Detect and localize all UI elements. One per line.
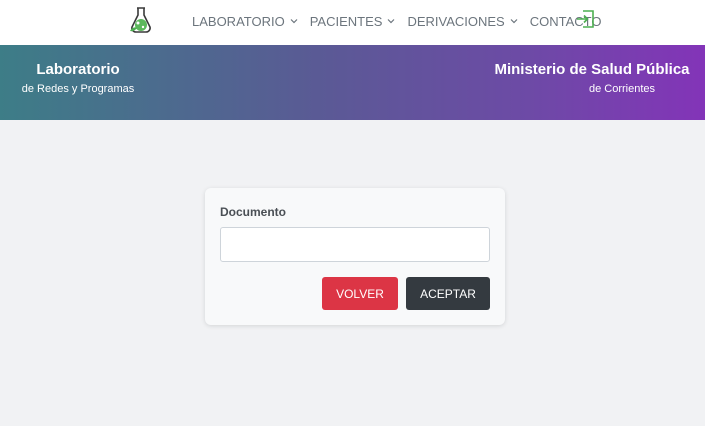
top-navbar: LABORATORIO PACIENTES DERIVACIONES CONTA… [0, 0, 705, 45]
banner-left-title: Laboratorio [36, 61, 120, 78]
banner-left-block: Laboratorio de Redes y Programas [18, 61, 138, 97]
nav-item-pacientes[interactable]: PACIENTES [310, 14, 396, 29]
volver-button[interactable]: VOLVER [322, 277, 398, 310]
chevron-down-icon [290, 19, 298, 24]
nav-menu: LABORATORIO PACIENTES DERIVACIONES CONTA… [192, 12, 613, 30]
aceptar-button[interactable]: ACEPTAR [406, 277, 490, 310]
flask-leaf-icon[interactable] [126, 5, 156, 35]
nav-item-label: LABORATORIO [192, 13, 285, 29]
chevron-down-icon [510, 19, 518, 24]
nav-item-laboratorio[interactable]: LABORATORIO [192, 14, 298, 29]
nav-item-label: DERIVACIONES [407, 13, 505, 29]
banner-right-title: Ministerio de Salud Pública [494, 61, 690, 78]
documento-label: Documento [220, 205, 286, 219]
header-banner: Laboratorio de Redes y Programas Ministe… [0, 45, 705, 120]
nav-item-derivaciones[interactable]: DERIVACIONES [407, 13, 518, 29]
nav-item-label: PACIENTES [309, 13, 383, 29]
banner-right-block: Ministerio de Salud Pública de Corriente… [492, 61, 692, 97]
chevron-down-icon [388, 19, 395, 24]
documento-input[interactable] [220, 227, 490, 262]
sign-in-icon[interactable] [576, 10, 595, 28]
document-form-card: Documento VOLVER ACEPTAR [205, 188, 505, 325]
banner-right-subtitle: de Corrientes [588, 83, 656, 95]
banner-left-subtitle: de Redes y Programas [21, 83, 135, 95]
